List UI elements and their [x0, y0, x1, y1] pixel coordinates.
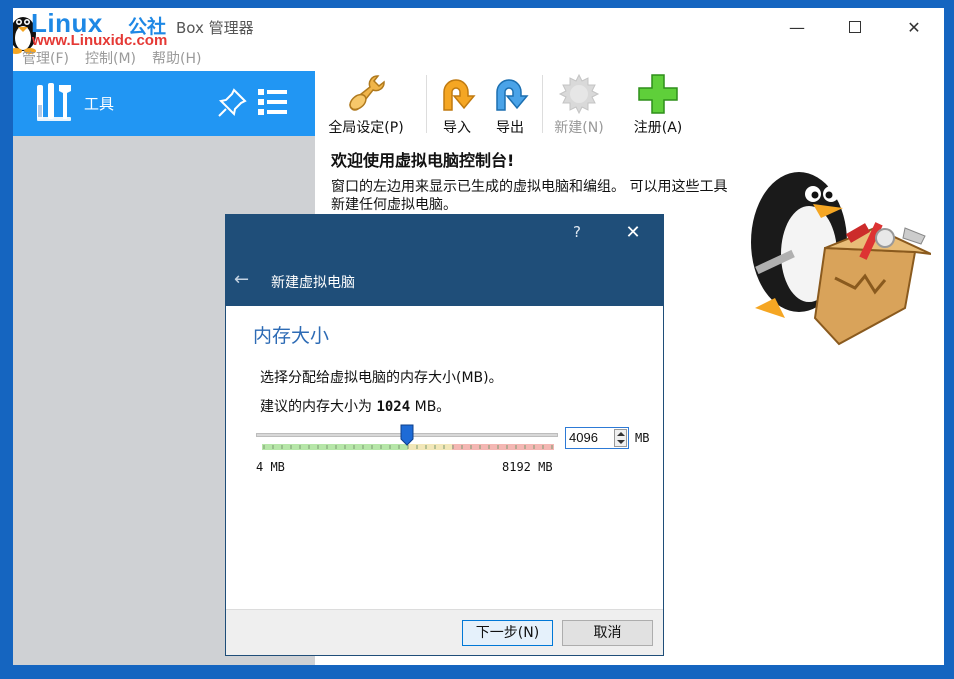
recommendation-suffix: MB。 — [410, 399, 451, 415]
global-settings-button[interactable]: 全局设定(P) — [324, 71, 408, 137]
import-label: 导入 — [443, 120, 471, 136]
next-button[interactable]: 下一步(N) — [462, 620, 553, 646]
slider-max-label: 8192 MB — [502, 460, 553, 474]
minimize-button[interactable]: — — [777, 14, 817, 40]
memory-size-value: 4096 — [569, 430, 598, 445]
import-button[interactable]: 导入 — [436, 71, 478, 137]
export-arrow-icon — [496, 79, 529, 111]
tools-icon — [37, 83, 71, 121]
sidebar-item-label: 工具 — [84, 95, 115, 113]
pin-icon[interactable] — [216, 87, 248, 119]
help-button[interactable]: ? — [567, 223, 587, 241]
add-plus-icon — [638, 74, 678, 114]
dialog-title: 新建虚拟电脑 — [271, 275, 355, 291]
register-label: 注册(A) — [633, 120, 683, 136]
menu-manage[interactable]: 管理(F) — [13, 48, 77, 70]
memory-spinner-buttons[interactable] — [614, 429, 627, 447]
wrench-icon — [349, 75, 385, 111]
menu-help[interactable]: 帮助(H) — [144, 48, 209, 70]
memory-slider-thumb[interactable] — [400, 424, 414, 446]
watermark-url: www.Linuxidc.com — [32, 32, 168, 49]
new-vm-wizard-dialog: ? ✕ ← 新建虚拟电脑 内存大小 选择分配给虚拟电脑的内存大小(MB)。 建议… — [225, 214, 664, 656]
global-settings-label: 全局设定(P) — [328, 120, 404, 136]
back-arrow-icon[interactable]: ← — [234, 269, 249, 290]
penguin-toolbox-mascot-icon — [751, 172, 931, 346]
recommendation-prefix: 建议的内存大小为 — [260, 399, 377, 415]
section-title: 内存大小 — [253, 325, 330, 347]
maximize-button[interactable] — [835, 14, 875, 40]
new-vm-button[interactable]: 新建(N) — [552, 71, 606, 137]
maximize-icon — [849, 21, 861, 33]
register-button[interactable]: 注册(A) — [630, 71, 686, 137]
welcome-title: 欢迎使用虚拟电脑控制台! — [331, 151, 515, 170]
list-menu-icon[interactable] — [257, 86, 289, 118]
dialog-close-button[interactable]: ✕ — [623, 222, 643, 243]
dialog-footer: 下一步(N) 取消 — [226, 609, 663, 655]
cancel-button[interactable]: 取消 — [562, 620, 653, 646]
export-button[interactable]: 导出 — [489, 71, 531, 137]
main-toolbar: 全局设定(P) 导入 导出 新建(N) 注册(A) — [316, 71, 944, 137]
slider-min-label: 4 MB — [256, 460, 285, 474]
spin-up-icon[interactable] — [617, 432, 625, 436]
sidebar-item-tools[interactable]: 工具 — [13, 71, 315, 136]
virtualbox-manager-window: Box 管理器 — ✕ Linux 公社 www.Linuxidc.com 管理… — [13, 8, 944, 665]
welcome-text: 窗口的左边用来显示已生成的虚拟电脑和编组。 可以用这些工具新建任何虚拟电脑。 — [331, 179, 728, 213]
toolbar-separator — [542, 75, 543, 133]
export-label: 导出 — [496, 120, 524, 136]
memory-size-input[interactable]: 4096 — [565, 427, 629, 449]
memory-recommendation: 建议的内存大小为 1024 MB。 — [260, 396, 450, 416]
dialog-header: ? ✕ ← 新建虚拟电脑 — [226, 215, 663, 306]
memory-instruction: 选择分配给虚拟电脑的内存大小(MB)。 — [260, 370, 503, 386]
new-vm-label: 新建(N) — [554, 120, 604, 136]
recommended-value: 1024 — [376, 399, 411, 415]
import-arrow-icon — [443, 79, 476, 111]
menu-control[interactable]: 控制(M) — [77, 48, 144, 70]
spin-down-icon[interactable] — [617, 440, 625, 444]
toolbar-separator — [426, 75, 427, 133]
memory-unit-label: MB — [635, 431, 650, 445]
menu-bar: 管理(F) 控制(M) 帮助(H) — [13, 48, 209, 70]
close-button[interactable]: ✕ — [894, 14, 934, 40]
new-gear-icon — [558, 73, 600, 115]
